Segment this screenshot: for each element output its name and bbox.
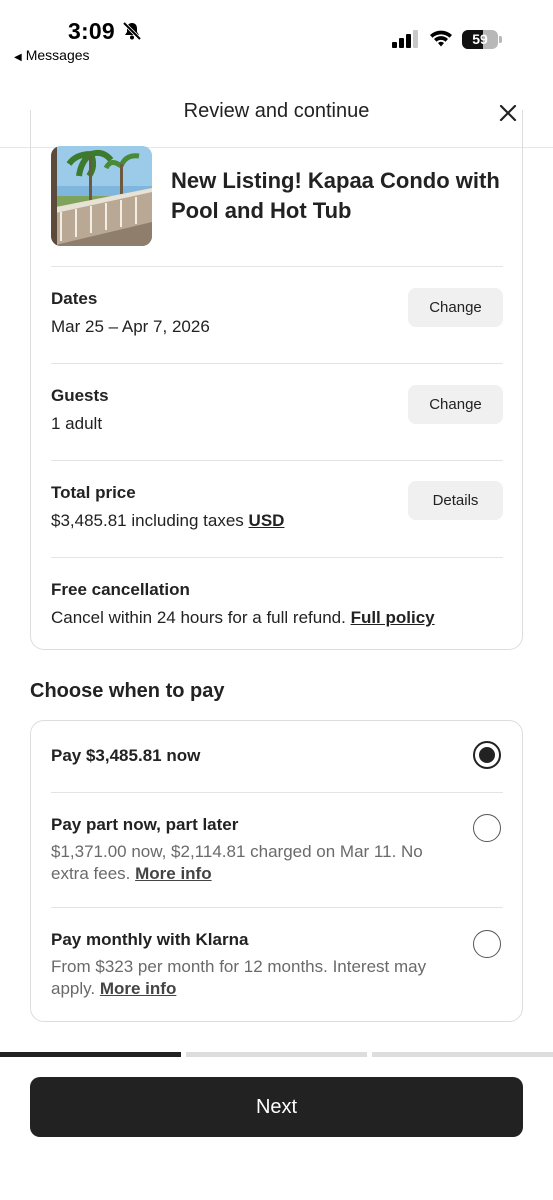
divider [51,460,503,461]
step-progress-bar [0,1052,553,1057]
pay-part-desc-text: $1,371.00 now, $2,114.81 charged on Mar … [51,842,423,883]
divider [51,266,503,267]
guests-label: Guests [51,386,109,405]
progress-segment [372,1052,553,1057]
divider [51,363,503,364]
wifi-icon [430,30,452,47]
divider [51,557,503,558]
next-button[interactable]: Next [30,1077,523,1137]
back-triangle-icon: ◀ [14,52,22,63]
currency-link[interactable]: USD [249,511,285,530]
divider [51,792,503,793]
pay-now-radio[interactable] [473,741,501,769]
total-price-amount: $3,485.81 including taxes [51,511,244,530]
guests-value: 1 adult [51,414,103,433]
pay-now-label[interactable]: Pay $3,485.81 now [51,746,200,766]
status-bar: 3:09 ◀ Messages 59 [0,0,553,70]
price-details-button[interactable]: Details [408,481,503,520]
klarna-label[interactable]: Pay monthly with Klarna [51,930,248,950]
change-dates-button[interactable]: Change [408,288,503,327]
klarna-more-info-link[interactable]: More info [100,979,177,998]
divider [51,907,503,908]
cancellation-text: Cancel within 24 hours for a full refund… [51,608,435,628]
klarna-radio[interactable] [473,930,501,958]
total-price-label: Total price [51,483,136,502]
progress-segment [186,1052,367,1057]
progress-segment [0,1052,181,1057]
cancellation-policy-text: Cancel within 24 hours for a full refund… [51,608,346,627]
klarna-desc: From $323 per month for 12 months. Inter… [51,956,461,1000]
pay-part-desc: $1,371.00 now, $2,114.81 charged on Mar … [51,841,461,885]
payment-options-card: Pay $3,485.81 now Pay part now, part lat… [30,720,523,1022]
dates-value: Mar 25 – Apr 7, 2026 [51,317,210,336]
cancellation-label: Free cancellation [51,580,190,599]
back-to-messages[interactable]: ◀ Messages [14,47,90,63]
full-policy-link[interactable]: Full policy [351,608,435,627]
back-label: Messages [25,47,90,63]
pay-part-label[interactable]: Pay part now, part later [51,815,238,835]
total-price-value: $3,485.81 including taxes USD [51,511,284,531]
battery-percent: 59 [472,31,488,47]
pay-section-title: Choose when to pay [30,680,225,702]
listing-photo[interactable] [51,146,152,246]
pay-part-more-info-link[interactable]: More info [135,864,212,883]
listing-title: New Listing! Kapaa Condo with Pool and H… [171,168,500,223]
booking-summary-card: New Listing! Kapaa Condo with Pool and H… [30,110,523,650]
cellular-signal-icon [392,30,418,48]
status-time: 3:09 [68,18,115,44]
dates-label: Dates [51,289,98,308]
change-guests-button[interactable]: Change [408,385,503,424]
pay-part-radio[interactable] [473,814,501,842]
battery-indicator: 59 [462,30,502,49]
bell-muted-icon [122,21,142,41]
